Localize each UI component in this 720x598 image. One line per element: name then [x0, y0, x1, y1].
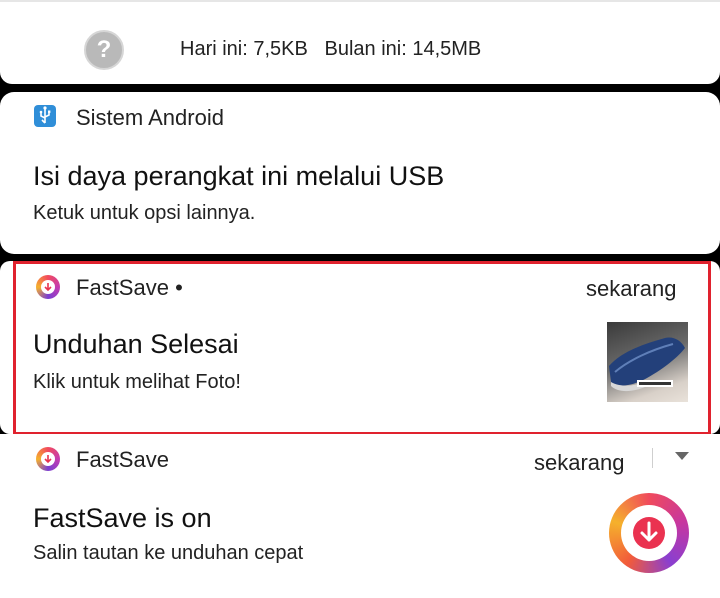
notification-time: sekarang	[586, 276, 677, 301]
fastsave-app-icon	[36, 447, 60, 471]
fastsave-download-icon	[609, 493, 689, 573]
data-usage-card[interactable]: ? Hari ini: 7,5KB Bulan ini: 14,5MB	[0, 0, 720, 84]
usage-today: Hari ini: 7,5KB	[180, 38, 308, 60]
expand-chevron-icon[interactable]	[675, 452, 689, 460]
shoe-photo-thumbnail[interactable]	[607, 322, 688, 402]
download-complete-subtitle: Klik untuk melihat Foto!	[33, 371, 241, 393]
usage-month: Bulan ini: 14,5MB	[324, 38, 482, 60]
usb-icon	[34, 105, 56, 127]
fastsave-status-app-name: FastSave	[76, 447, 169, 472]
android-app-name: Sistem Android	[76, 105, 224, 130]
android-notification-title: Isi daya perangkat ini melalui USB	[33, 161, 445, 191]
header-divider	[652, 448, 653, 468]
fastsave-on-title: FastSave is on	[33, 503, 212, 533]
download-complete-title: Unduhan Selesai	[33, 329, 239, 359]
android-notification-subtitle: Ketuk untuk opsi lainnya.	[33, 202, 256, 224]
fastsave-on-subtitle: Salin tautan ke unduhan cepat	[33, 542, 304, 564]
question-icon: ?	[84, 30, 124, 70]
fastsave-app-name: FastSave •	[76, 275, 183, 300]
status-notification-time: sekarang	[534, 450, 625, 475]
fastsave-app-icon	[36, 275, 60, 299]
data-usage-text: Hari ini: 7,5KB Bulan ini: 14,5MB	[180, 38, 481, 61]
separator-dot: •	[175, 275, 183, 300]
